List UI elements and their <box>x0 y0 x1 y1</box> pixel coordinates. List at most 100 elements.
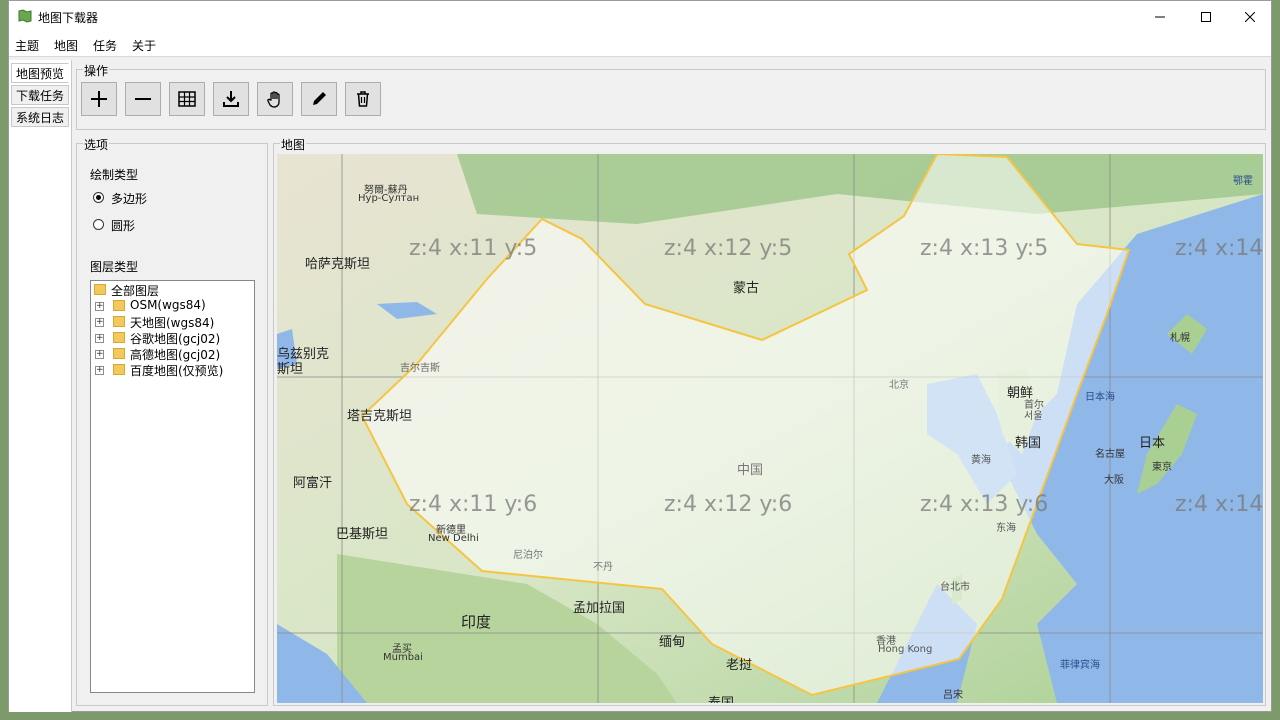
menu-about[interactable]: 关于 <box>132 37 156 54</box>
place-label: 乌兹别克 斯坦 <box>277 347 330 377</box>
layer-tree[interactable]: 全部图层 + OSM(wgs84) + 天地图(wgs84) + 谷歌地图(gc… <box>90 280 255 693</box>
maximize-icon <box>1201 11 1211 22</box>
place-label: Hong Kong <box>878 644 933 655</box>
zoom-out-button[interactable] <box>125 82 161 116</box>
tree-root[interactable]: 全部图层 <box>111 282 159 299</box>
plus-icon <box>91 91 107 107</box>
folder-icon <box>113 332 125 343</box>
draw-button[interactable] <box>301 82 337 116</box>
place-label: 老挝 <box>726 658 753 673</box>
download-button[interactable] <box>213 82 249 116</box>
close-button[interactable] <box>1227 1 1273 32</box>
place-label: 吉尔吉斯 <box>400 363 440 374</box>
tree-item-amap[interactable]: 高德地图(gcj02) <box>130 346 220 363</box>
tab-download-tasks[interactable]: 下载任务 <box>11 85 69 105</box>
menu-task[interactable]: 任务 <box>93 37 117 54</box>
tree-item-osm[interactable]: OSM(wgs84) <box>130 298 206 312</box>
place-label: 蒙古 <box>733 281 760 296</box>
options-label: 选项 <box>83 136 110 153</box>
place-label: 菲律宾海 <box>1060 660 1100 671</box>
place-label: 黄海 <box>971 455 991 466</box>
place-label: 印度 <box>461 613 492 631</box>
place-label: 泰国 <box>708 692 734 703</box>
place-label: 阿富汗 <box>293 476 333 491</box>
place-label: 鄂霍 <box>1233 176 1253 187</box>
place-label: 东海 <box>996 523 1016 534</box>
minimize-button[interactable] <box>1137 1 1183 32</box>
expand-icon[interactable]: + <box>95 366 104 375</box>
title-bar: 地图下载器 <box>9 1 1271 32</box>
radio-circle-label[interactable]: 圆形 <box>111 217 135 234</box>
tab-map-preview[interactable]: 地图预览 <box>11 63 69 83</box>
place-label: 不丹 <box>593 562 613 573</box>
window-title: 地图下载器 <box>38 11 99 25</box>
operations-group: 操作 <box>76 62 1266 130</box>
grid-button[interactable] <box>169 82 205 116</box>
place-label: 孟加拉国 <box>573 601 626 616</box>
map-label: 地图 <box>280 136 307 153</box>
place-label: 吕宋 <box>943 690 963 701</box>
radio-polygon-label[interactable]: 多边形 <box>111 190 147 207</box>
place-label: 尼泊尔 <box>513 550 543 561</box>
tree-item-google[interactable]: 谷歌地图(gcj02) <box>130 330 220 347</box>
zoom-in-button[interactable] <box>81 82 117 116</box>
close-icon <box>1245 11 1255 22</box>
maximize-button[interactable] <box>1183 1 1229 32</box>
minimize-icon <box>1155 16 1165 17</box>
menu-theme[interactable]: 主题 <box>15 37 39 54</box>
layer-type-label: 图层类型 <box>90 260 139 274</box>
tile-label: z:4 x:13 y:5 <box>920 236 1049 261</box>
app-map-icon <box>18 9 32 23</box>
expand-icon[interactable]: + <box>95 302 104 311</box>
radio-polygon[interactable] <box>93 192 104 203</box>
place-label: New Delhi <box>428 533 479 544</box>
place-label: Нур-Султан <box>358 193 420 204</box>
folder-icon <box>113 300 125 311</box>
menu-map[interactable]: 地图 <box>54 37 78 54</box>
grid-icon <box>178 91 196 107</box>
place-label: 塔吉克斯坦 <box>347 409 413 424</box>
side-tab-bar: 地图预览 下载任务 系统日志 <box>9 60 72 712</box>
tree-item-baidu[interactable]: 百度地图(仅预览) <box>130 362 223 379</box>
place-label: 北京 <box>889 380 909 391</box>
radio-circle[interactable] <box>93 219 104 230</box>
menu-bar: 主题 地图 任务 关于 <box>9 32 1271 57</box>
trash-icon <box>357 91 369 107</box>
expand-icon[interactable]: + <box>95 334 104 343</box>
tab-system-log[interactable]: 系统日志 <box>11 107 69 127</box>
download-icon <box>223 91 239 107</box>
tile-label: z:4 x:11 y:6 <box>409 492 538 517</box>
place-label: 巴基斯坦 <box>336 527 389 542</box>
pan-button[interactable] <box>257 82 293 116</box>
tree-item-tianditu[interactable]: 天地图(wgs84) <box>130 314 214 331</box>
draw-type-label: 绘制类型 <box>90 168 139 182</box>
place-label: 日本海 <box>1085 392 1115 403</box>
expand-icon[interactable]: + <box>95 318 104 327</box>
minus-icon <box>135 98 151 100</box>
map-view[interactable]: z:4 x:11 y:5 z:4 x:12 y:5 z:4 x:13 y:5 z… <box>277 154 1263 703</box>
pencil-icon <box>313 92 326 105</box>
tile-label: z:4 x:14 <box>1175 236 1263 261</box>
place-label: Mumbai <box>383 652 423 663</box>
tile-label: z:4 x:11 y:5 <box>409 236 538 261</box>
place-label: 台北市 <box>940 582 970 593</box>
place-label: 缅甸 <box>659 635 686 650</box>
place-label: 首尔 서울 <box>1024 400 1044 422</box>
place-label: 名古屋 <box>1095 449 1125 460</box>
tile-label: z:4 x:14 <box>1175 492 1263 517</box>
folder-icon <box>113 316 125 327</box>
place-label: 大阪 <box>1104 475 1124 486</box>
operations-label: 操作 <box>83 62 110 79</box>
place-label: 日本 <box>1139 436 1166 451</box>
place-label: 韩国 <box>1015 436 1042 451</box>
place-label: 朝鲜 <box>1007 386 1034 401</box>
hand-icon <box>267 91 280 108</box>
folder-icon <box>113 348 125 359</box>
folder-icon <box>94 284 106 295</box>
delete-button[interactable] <box>345 82 381 116</box>
tile-label: z:4 x:13 y:6 <box>920 492 1049 517</box>
place-label: 東京 <box>1152 462 1172 473</box>
place-label: 中国 <box>737 463 764 478</box>
expand-icon[interactable]: + <box>95 350 104 359</box>
tile-label: z:4 x:12 y:5 <box>664 236 793 261</box>
